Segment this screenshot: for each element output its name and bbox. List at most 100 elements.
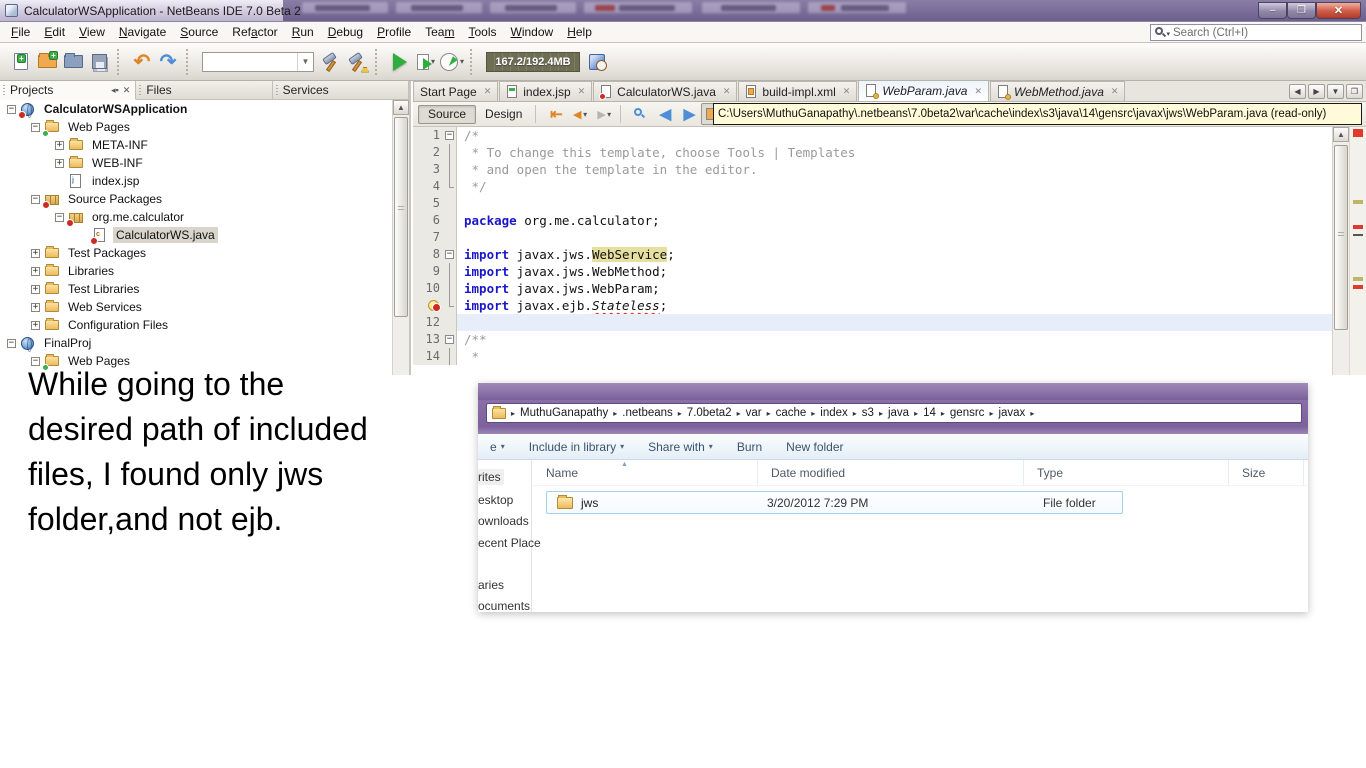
tab-list-icon[interactable]: ▼ [1327, 84, 1344, 99]
tree-item[interactable]: − org.me.calculator [0, 208, 392, 227]
close-tab-icon[interactable]: ✕ [723, 87, 731, 96]
scrollbar-thumb[interactable] [394, 117, 408, 317]
breadcrumb-item[interactable]: .netbeans [619, 407, 676, 419]
chevron-down-icon[interactable]: ▾ [460, 57, 464, 66]
breadcrumb-item[interactable]: 14 [920, 407, 939, 419]
menu-file[interactable]: File [4, 23, 37, 41]
chevron-down-icon[interactable]: ▾ [583, 110, 587, 119]
column-header-date-modified[interactable]: Date modified [758, 460, 1024, 485]
menu-profile[interactable]: Profile [370, 23, 418, 41]
menu-tools[interactable]: Tools [461, 23, 503, 41]
close-tab-icon[interactable]: ✕ [974, 86, 982, 96]
chevron-down-icon[interactable]: ▾ [607, 110, 611, 119]
panel-tab-files[interactable]: Files [136, 81, 273, 100]
new-file-button[interactable]: + [8, 49, 34, 75]
ide-update-icon[interactable] [584, 49, 610, 75]
editor-scrollbar[interactable]: ▲ [1332, 127, 1349, 375]
tree-item[interactable]: + Test Libraries [0, 280, 392, 298]
build-project-button[interactable] [318, 49, 344, 75]
editor-tab-start-page[interactable]: Start Page ✕ [413, 81, 499, 101]
tree-item[interactable]: + Test Packages [0, 244, 392, 262]
sidebar-item[interactable]: rites [478, 469, 504, 485]
maximize-editor-icon[interactable]: ❒ [1346, 84, 1363, 99]
menu-refactor[interactable]: Refactor [225, 23, 284, 41]
breadcrumb-item[interactable]: var [743, 407, 765, 419]
quick-search[interactable]: ▾ [1150, 24, 1362, 41]
editor-tab-webmethod-java[interactable]: WebMethod.java ✕ [990, 81, 1126, 101]
tree-expander[interactable]: + [54, 158, 65, 169]
scroll-up-icon[interactable]: ▲ [393, 100, 409, 115]
next-occurrence-button[interactable]: ▶ [677, 103, 701, 125]
close-tab-icon[interactable]: ✕ [578, 87, 586, 96]
tree-item[interactable]: + META-INF [0, 136, 392, 154]
scroll-tabs-right-icon[interactable]: ▶ [1308, 84, 1325, 99]
tree-expander[interactable]: − [30, 122, 41, 133]
panel-tab-services[interactable]: Services [272, 81, 409, 100]
fold-column[interactable]: − [444, 331, 457, 348]
editor-tab-build-impl-xml[interactable]: build-impl.xml ✕ [738, 81, 858, 101]
save-all-button[interactable] [86, 49, 112, 75]
forward-button[interactable]: ▸ ▾ [592, 103, 616, 125]
menu-run[interactable]: Run [285, 23, 321, 41]
design-view-button[interactable]: Design [476, 105, 531, 124]
breadcrumb-item[interactable]: MuthuGanapathy [517, 407, 611, 419]
menu-help[interactable]: Help [560, 23, 599, 41]
profile-project-button[interactable]: ▾ [439, 49, 465, 75]
menu-debug[interactable]: Debug [321, 23, 370, 41]
tree-expander[interactable]: + [54, 140, 65, 151]
tree-item[interactable]: + WEB-INF [0, 154, 392, 172]
command-share-with[interactable]: Share with ▾ [636, 440, 725, 454]
breadcrumb-item[interactable]: cache [773, 407, 810, 419]
debug-project-button[interactable]: ▾ [413, 49, 439, 75]
tree-item[interactable]: + Libraries [0, 262, 392, 280]
fold-column[interactable]: − [444, 246, 457, 263]
breadcrumb-item[interactable]: 7.0beta2 [684, 407, 735, 419]
close-tab-icon[interactable]: ✕ [1111, 87, 1119, 96]
column-header-name[interactable]: Name [533, 460, 758, 485]
sidebar-item[interactable]: ecent Place [478, 536, 541, 550]
breadcrumb-item[interactable]: java [885, 407, 912, 419]
scrollbar-thumb[interactable] [1334, 145, 1348, 330]
redo-button[interactable]: ↷ [155, 49, 181, 75]
tree-expander[interactable]: − [30, 194, 41, 205]
configuration-combobox[interactable]: ▼ [202, 51, 314, 72]
tree-expander[interactable]: + [30, 284, 41, 295]
error-stripe[interactable] [1349, 127, 1366, 375]
projects-scrollbar[interactable]: ▲ [392, 100, 409, 375]
panel-tab-projects[interactable]: Projects ◂▪ ✕ [0, 81, 137, 100]
command-burn[interactable]: Burn [725, 440, 774, 454]
close-panel-icon[interactable]: ✕ [123, 85, 131, 95]
editor-tab-calculatorws-java[interactable]: CalculatorWS.java ✕ [593, 81, 738, 101]
breadcrumb-item[interactable]: gensrc [947, 407, 988, 419]
scroll-tabs-left-icon[interactable]: ◀ [1289, 84, 1306, 99]
tree-item[interactable]: − FinalProj [0, 334, 392, 352]
find-selection-button[interactable] [629, 103, 653, 125]
command-e[interactable]: e ▾ [478, 440, 517, 454]
tree-expander[interactable]: + [30, 302, 41, 313]
last-edit-location-button[interactable]: ⇤ [544, 103, 568, 125]
command-include-in-library[interactable]: Include in library ▾ [517, 440, 636, 454]
column-header-size[interactable]: Size [1229, 460, 1304, 485]
menu-team[interactable]: Team [418, 23, 461, 41]
chevron-down-icon[interactable]: ▼ [297, 52, 313, 71]
menu-window[interactable]: Window [504, 23, 561, 41]
sidebar-item[interactable]: ocuments [478, 599, 530, 612]
minimize-panel-icon[interactable]: ◂▪ [111, 85, 119, 95]
restore-button[interactable]: ❐ [1287, 2, 1316, 19]
tree-item[interactable]: − Web Pages [0, 118, 392, 137]
error-hint-bulb-icon[interactable] [428, 300, 441, 312]
minimize-button[interactable]: – [1258, 2, 1287, 19]
new-project-button[interactable]: + [34, 49, 60, 75]
editor-tab-index-jsp[interactable]: index.jsp ✕ [499, 81, 593, 101]
editor-tab-webparam-java[interactable]: WebParam.java ✕ [858, 81, 990, 101]
memory-usage-indicator[interactable]: 167.2/192.4MB [486, 51, 580, 72]
column-header-type[interactable]: Type [1024, 460, 1229, 485]
sidebar-item[interactable]: aries [478, 578, 504, 592]
open-project-button[interactable] [60, 49, 86, 75]
file-row[interactable]: jws 3/20/2012 7:29 PM File folder [546, 491, 1123, 514]
sidebar-item[interactable]: esktop [478, 493, 513, 507]
breadcrumb-item[interactable]: index [817, 407, 851, 419]
breadcrumb[interactable]: ▸ MuthuGanapathy ▸ .netbeans ▸ 7.0beta2 ▸ var ▸ c… [486, 403, 1302, 423]
source-view-button[interactable]: Source [418, 104, 477, 124]
back-button[interactable]: ◂ ▾ [568, 103, 592, 125]
